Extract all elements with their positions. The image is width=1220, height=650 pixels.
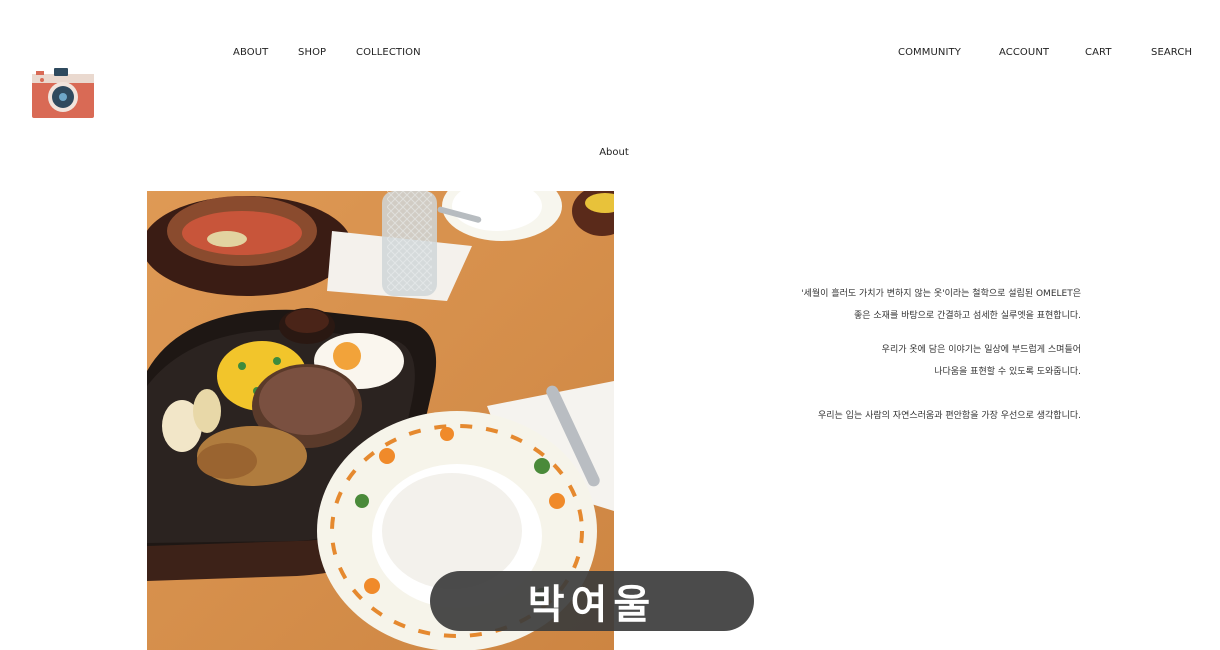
description-line: 좋은 소재를 바탕으로 간결하고 섬세한 실루엣을 표현합니다. <box>853 311 1081 321</box>
nav-link-account[interactable]: ACCOUNT <box>999 47 1049 58</box>
description-line: 우리가 옷에 담은 이야기는 일상에 부드럽게 스며들어 <box>881 345 1081 355</box>
nav-link-shop[interactable]: SHOP <box>298 47 326 58</box>
description-line: 우리는 입는 사람의 자연스러움과 편안함을 가장 우선으로 생각합니다. <box>817 411 1081 421</box>
page: ABOUT SHOP COLLECTION COMMUNITY ACCOUNT … <box>0 0 1220 650</box>
description-line: 나다움을 표현할 수 있도록 도와줍니다. <box>934 367 1081 377</box>
nav-link-cart[interactable]: CART <box>1085 47 1112 58</box>
description-line: '세월이 흘러도 가치가 변하지 않는 옷'이라는 철학으로 설립된 OMELE… <box>801 289 1081 299</box>
camera-logo-icon[interactable] <box>30 66 96 120</box>
page-title: About <box>599 147 629 158</box>
nav-link-about[interactable]: ABOUT <box>233 47 268 58</box>
nav-link-search[interactable]: SEARCH <box>1151 47 1192 58</box>
nav-link-collection[interactable]: COLLECTION <box>356 47 421 58</box>
name-overlay: 박여울 <box>430 571 754 631</box>
nav-link-community[interactable]: COMMUNITY <box>898 47 961 58</box>
about-description: '세월이 흘러도 가치가 변하지 않는 옷'이라는 철학으로 설립된 OMELE… <box>801 283 1081 427</box>
